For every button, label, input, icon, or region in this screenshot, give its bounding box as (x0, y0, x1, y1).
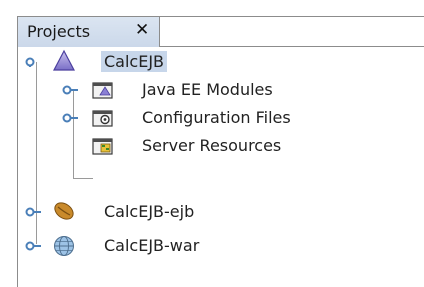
tree-connector-line (73, 90, 74, 178)
tab-projects[interactable]: Projects ✕ (18, 17, 160, 47)
expanded-toggle-icon[interactable] (25, 57, 43, 67)
tree-node-label: CalcEJB-ejb (104, 202, 195, 221)
collapsed-toggle-icon[interactable] (25, 241, 43, 251)
web-globe-icon (54, 236, 74, 256)
modules-folder-icon (92, 82, 113, 99)
close-icon[interactable]: ✕ (135, 20, 149, 40)
collapsed-toggle-icon[interactable] (25, 207, 43, 217)
project-tree: CalcEJB Java EE Modules Configuration Fi… (18, 48, 424, 287)
tree-connector-line (73, 178, 93, 179)
enterprise-app-icon (53, 49, 75, 71)
tree-node-label: Server Resources (142, 136, 282, 155)
ejb-bean-icon (54, 202, 74, 220)
collapsed-toggle-icon[interactable] (62, 113, 80, 123)
server-resources-icon (92, 138, 113, 155)
tree-node-label: CalcEJB-war (104, 236, 200, 255)
tab-projects-label: Projects (27, 22, 91, 41)
config-folder-icon (92, 110, 113, 127)
projects-panel: Projects ✕ CalcEJB Java EE Modules Confi… (0, 0, 424, 287)
tab-bar: Projects ✕ (18, 17, 424, 47)
tree-node-label: Configuration Files (142, 108, 291, 127)
collapsed-toggle-icon[interactable] (62, 85, 80, 95)
tree-node-label: Java EE Modules (142, 80, 273, 99)
tree-node-label: CalcEJB (101, 51, 168, 72)
